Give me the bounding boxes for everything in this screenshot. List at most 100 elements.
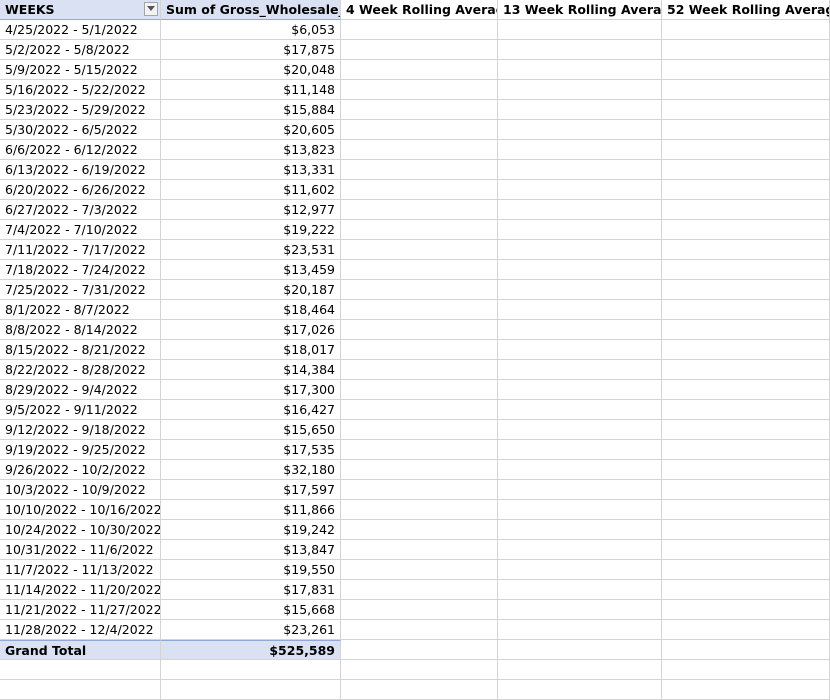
sum-cell[interactable]: $19,242 [161,520,341,540]
avg4-cell[interactable] [341,360,498,380]
week-cell[interactable]: 6/20/2022 - 6/26/2022 [0,180,161,200]
avg13-cell[interactable] [498,100,662,120]
empty-cell[interactable] [161,660,341,680]
week-cell[interactable]: 8/1/2022 - 8/7/2022 [0,300,161,320]
avg13-cell[interactable] [498,580,662,600]
avg52-cell[interactable] [662,580,830,600]
sum-cell[interactable]: $23,531 [161,240,341,260]
grand-total-label[interactable]: Grand Total [0,640,161,660]
week-cell[interactable]: 7/25/2022 - 7/31/2022 [0,280,161,300]
avg52-cell[interactable] [662,140,830,160]
avg52-cell[interactable] [662,120,830,140]
avg13-cell[interactable] [498,480,662,500]
avg52-cell[interactable] [662,440,830,460]
sum-cell[interactable]: $12,977 [161,200,341,220]
week-cell[interactable]: 11/14/2022 - 11/20/2022 [0,580,161,600]
avg4-cell[interactable] [341,520,498,540]
week-cell[interactable]: 9/5/2022 - 9/11/2022 [0,400,161,420]
avg4-header-cell[interactable]: 4 Week Rolling Average [341,0,498,20]
avg13-cell[interactable] [498,620,662,640]
empty-cell[interactable] [0,660,161,680]
empty-cell[interactable] [341,680,498,700]
sum-cell[interactable]: $15,668 [161,600,341,620]
week-cell[interactable]: 5/2/2022 - 5/8/2022 [0,40,161,60]
avg4-cell[interactable] [341,80,498,100]
avg4-cell[interactable] [341,300,498,320]
avg52-cell[interactable] [662,180,830,200]
avg13-cell[interactable] [498,560,662,580]
avg13-cell[interactable] [498,300,662,320]
avg52-cell[interactable] [662,220,830,240]
sum-cell[interactable]: $13,459 [161,260,341,280]
avg52-cell[interactable] [662,200,830,220]
week-cell[interactable]: 10/10/2022 - 10/16/2022 [0,500,161,520]
week-cell[interactable]: 9/12/2022 - 9/18/2022 [0,420,161,440]
avg4-cell[interactable] [341,440,498,460]
empty-cell[interactable] [498,660,662,680]
avg4-cell[interactable] [341,120,498,140]
week-cell[interactable]: 5/30/2022 - 6/5/2022 [0,120,161,140]
avg52-cell[interactable] [662,460,830,480]
grand-total-sum[interactable]: $525,589 [161,640,341,660]
sum-cell[interactable]: $15,650 [161,420,341,440]
avg52-cell[interactable] [662,280,830,300]
empty-cell[interactable] [161,680,341,700]
avg52-cell[interactable] [662,100,830,120]
week-cell[interactable]: 8/8/2022 - 8/14/2022 [0,320,161,340]
avg13-cell[interactable] [498,180,662,200]
avg4-cell[interactable] [341,420,498,440]
avg13-cell[interactable] [498,500,662,520]
avg52-header-cell[interactable]: 52 Week Rolling Average [662,0,830,20]
sum-cell[interactable]: $20,048 [161,60,341,80]
avg4-cell[interactable] [341,240,498,260]
week-cell[interactable]: 10/3/2022 - 10/9/2022 [0,480,161,500]
week-cell[interactable]: 6/6/2022 - 6/12/2022 [0,140,161,160]
avg13-cell[interactable] [498,20,662,40]
avg52-cell[interactable] [662,640,830,660]
avg4-cell[interactable] [341,640,498,660]
avg52-cell[interactable] [662,400,830,420]
avg52-cell[interactable] [662,480,830,500]
week-cell[interactable]: 5/23/2022 - 5/29/2022 [0,100,161,120]
avg4-cell[interactable] [341,140,498,160]
week-cell[interactable]: 5/16/2022 - 5/22/2022 [0,80,161,100]
avg13-cell[interactable] [498,600,662,620]
week-cell[interactable]: 6/13/2022 - 6/19/2022 [0,160,161,180]
avg13-cell[interactable] [498,380,662,400]
sum-cell[interactable]: $18,017 [161,340,341,360]
week-cell[interactable]: 8/22/2022 - 8/28/2022 [0,360,161,380]
sum-cell[interactable]: $17,875 [161,40,341,60]
avg13-header-cell[interactable]: 13 Week Rolling Average [498,0,662,20]
sum-cell[interactable]: $32,180 [161,460,341,480]
avg4-cell[interactable] [341,20,498,40]
avg4-cell[interactable] [341,560,498,580]
avg52-cell[interactable] [662,160,830,180]
avg4-cell[interactable] [341,480,498,500]
avg13-cell[interactable] [498,220,662,240]
week-cell[interactable]: 7/18/2022 - 7/24/2022 [0,260,161,280]
avg13-cell[interactable] [498,60,662,80]
avg52-cell[interactable] [662,40,830,60]
empty-cell[interactable] [662,660,830,680]
week-cell[interactable]: 8/15/2022 - 8/21/2022 [0,340,161,360]
avg4-cell[interactable] [341,160,498,180]
avg4-cell[interactable] [341,40,498,60]
sum-cell[interactable]: $14,384 [161,360,341,380]
week-cell[interactable]: 4/25/2022 - 5/1/2022 [0,20,161,40]
sum-cell[interactable]: $11,866 [161,500,341,520]
avg13-cell[interactable] [498,280,662,300]
avg13-cell[interactable] [498,200,662,220]
avg4-cell[interactable] [341,280,498,300]
avg52-cell[interactable] [662,300,830,320]
sum-cell[interactable]: $19,222 [161,220,341,240]
empty-cell[interactable] [341,660,498,680]
avg4-cell[interactable] [341,220,498,240]
filter-dropdown-button[interactable] [144,2,158,16]
week-cell[interactable]: 11/7/2022 - 11/13/2022 [0,560,161,580]
avg13-cell[interactable] [498,400,662,420]
avg4-cell[interactable] [341,320,498,340]
avg52-cell[interactable] [662,340,830,360]
avg4-cell[interactable] [341,500,498,520]
avg13-cell[interactable] [498,260,662,280]
sum-cell[interactable]: $19,550 [161,560,341,580]
